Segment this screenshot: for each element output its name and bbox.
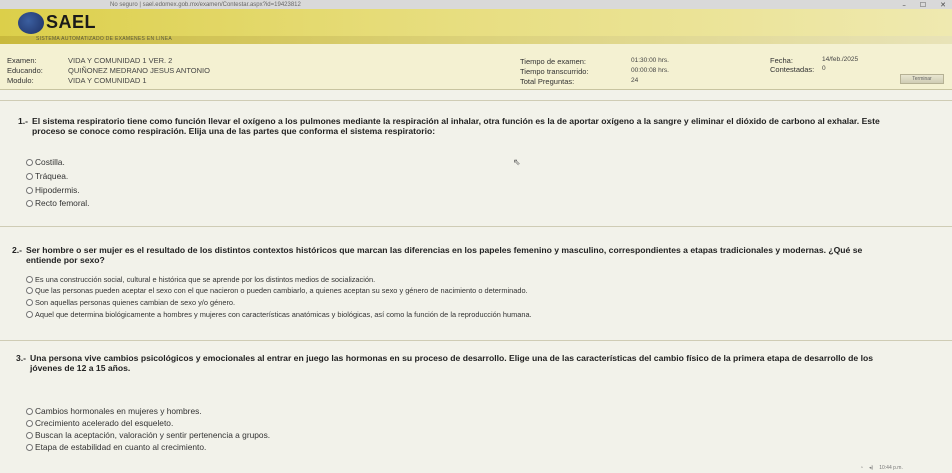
total-preguntas-label: Total Preguntas: — [520, 77, 575, 86]
minimize-icon[interactable]: – — [902, 1, 906, 9]
q3-option-c[interactable]: Buscan la aceptación, valoración y senti… — [26, 430, 270, 440]
clock[interactable]: 10:44 p.m. — [879, 465, 903, 471]
q2-option-d[interactable]: Aquel que determina biológicamente a hom… — [26, 310, 532, 319]
total-preguntas-value: 24 — [631, 77, 639, 84]
educando-value: QUIÑONEZ MEDRANO JESUS ANTONIO — [68, 66, 210, 75]
q3-option-a[interactable]: Cambios hormonales en mujeres y hombres. — [26, 406, 202, 416]
logo-icon — [18, 12, 44, 34]
browser-address-bar: No seguro | sael.edomex.gob.mx/examen/Co… — [0, 0, 952, 9]
educando-label: Educando: — [7, 66, 43, 75]
modulo-label: Modulo: — [7, 76, 34, 85]
question-number: 2.- — [12, 245, 23, 255]
app-subtitle: SISTEMA AUTOMATIZADO DE EXAMENES EN LINE… — [36, 36, 173, 42]
radio-button[interactable] — [26, 407, 33, 415]
q1-option-b[interactable]: Tráquea. — [26, 171, 68, 181]
header-banner: SAEL — [0, 9, 952, 36]
question-number: 3.- — [16, 353, 27, 363]
question-1-text: 1.- El sistema respiratorio tiene como fu… — [18, 116, 880, 136]
radio-button[interactable] — [26, 186, 33, 194]
q1-option-c[interactable]: Hipodermis. — [26, 185, 80, 195]
mouse-cursor-icon: ⇖ — [513, 158, 521, 168]
contestadas-value: 0 — [822, 65, 826, 72]
terminar-button[interactable]: Terminar — [900, 74, 944, 84]
radio-button[interactable] — [26, 276, 33, 283]
browser-url[interactable]: No seguro | sael.edomex.gob.mx/examen/Co… — [110, 2, 301, 8]
radio-button[interactable] — [26, 443, 33, 451]
tiempo-examen-label: Tiempo de examen: — [520, 57, 587, 66]
examen-label: Examen: — [7, 56, 37, 65]
maximize-icon[interactable]: ☐ — [920, 1, 926, 9]
close-icon[interactable]: ✕ — [940, 1, 946, 9]
q2-option-b[interactable]: Que las personas pueden aceptar el sexo … — [26, 286, 528, 295]
radio-button[interactable] — [26, 419, 33, 427]
q3-option-b[interactable]: Crecimiento acelerado del esqueleto. — [26, 418, 173, 428]
modulo-value: VIDA Y COMUNIDAD 1 — [68, 76, 147, 85]
radio-button[interactable] — [26, 431, 33, 439]
radio-button[interactable] — [26, 311, 33, 318]
fecha-label: Fecha: — [770, 56, 793, 65]
system-tray: ◔ ◂) 10:44 p.m. — [860, 462, 952, 473]
app-title: SAEL — [46, 12, 97, 32]
divider — [0, 340, 952, 341]
examen-value: VIDA Y COMUNIDAD 1 VER. 2 — [68, 56, 173, 65]
divider — [0, 226, 952, 227]
header-subbar: SISTEMA AUTOMATIZADO DE EXAMENES EN LINE… — [0, 36, 952, 44]
window-controls: – ☐ ✕ — [902, 0, 946, 9]
radio-button[interactable] — [26, 199, 33, 207]
q2-option-c[interactable]: Son aquellas personas quienes cambian de… — [26, 298, 235, 307]
q3-option-d[interactable]: Etapa de estabilidad en cuanto al crecim… — [26, 442, 206, 452]
contestadas-label: Contestadas: — [770, 65, 815, 74]
q2-option-a[interactable]: Es una construcción social, cultural e h… — [26, 275, 375, 284]
tiempo-transcurrido-value: 00:00:08 hrs. — [631, 67, 669, 74]
divider — [0, 100, 952, 101]
fecha-value: 14/feb./2025 — [822, 56, 859, 63]
radio-button[interactable] — [26, 158, 33, 166]
tiempo-transcurrido-label: Tiempo transcurrido: — [520, 67, 589, 76]
exam-info-panel: Examen: VIDA Y COMUNIDAD 1 VER. 2 Educan… — [0, 44, 952, 90]
radio-button[interactable] — [26, 287, 33, 294]
radio-button[interactable] — [26, 172, 33, 180]
question-number: 1.- — [18, 116, 29, 126]
question-2-text: 2.- Ser hombre o ser mujer es el resultad… — [12, 245, 863, 265]
tiempo-examen-value: 01:30:00 hrs. — [631, 57, 669, 64]
q1-option-d[interactable]: Recto femoral. — [26, 198, 89, 208]
q1-option-a[interactable]: Costilla. — [26, 157, 65, 167]
question-3-text: 3.- Una persona vive cambios psicológicos… — [16, 353, 873, 373]
volume-icon[interactable]: ◂) — [869, 465, 873, 471]
wifi-icon[interactable]: ◔ — [860, 465, 863, 471]
radio-button[interactable] — [26, 299, 33, 306]
